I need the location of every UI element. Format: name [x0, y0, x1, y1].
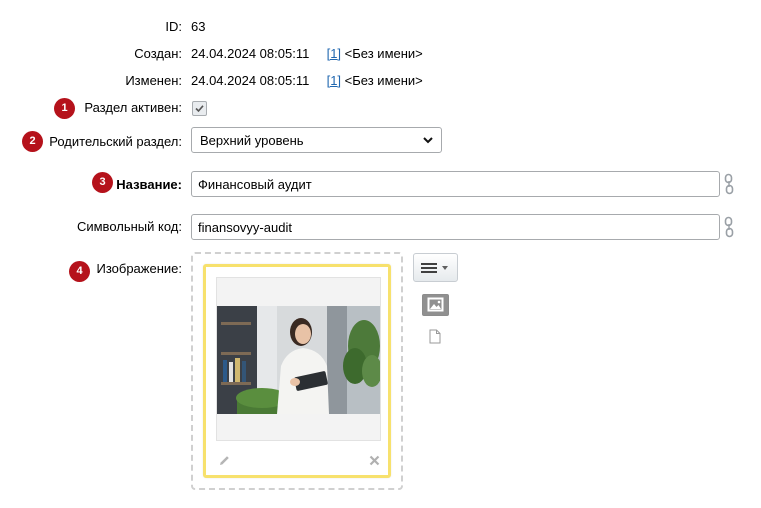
id-value: 63 [191, 19, 206, 34]
name-input[interactable]: Финансовый аудит [191, 171, 720, 197]
modified-user-name: <Без имени> [344, 73, 423, 88]
image-thumbnail-frame[interactable] [216, 277, 381, 441]
image-card [203, 264, 391, 478]
created-row: Создан: 24.04.2024 08:05:11 [1] <Без име… [0, 46, 761, 62]
modified-date: 24.04.2024 08:05:11 [191, 73, 310, 88]
active-row: Раздел активен: [0, 100, 761, 116]
name-input-value: Финансовый аудит [198, 176, 312, 192]
modified-label: Изменен: [125, 73, 182, 88]
chevron-down-icon [423, 136, 433, 143]
image-thumbnail [217, 306, 380, 414]
modified-row: Изменен: 24.04.2024 08:05:11 [1] <Без им… [0, 73, 761, 89]
chain-link-icon[interactable] [723, 173, 735, 195]
image-file-icon [427, 297, 444, 312]
active-label: Раздел активен: [84, 100, 182, 115]
pencil-icon[interactable] [218, 454, 231, 467]
checkmark-icon [195, 105, 204, 113]
created-label: Создан: [134, 46, 182, 61]
symbolic-code-input[interactable]: finansovyy-audit [191, 214, 720, 240]
created-user-name: <Без имени> [344, 46, 423, 61]
chain-link-icon[interactable] [723, 216, 735, 238]
modified-user-link[interactable]: [1] [327, 73, 341, 88]
image-menu-button[interactable] [413, 253, 458, 282]
parent-selected-value: Верхний уровень [200, 132, 304, 148]
id-label: ID: [165, 19, 182, 34]
created-date: 24.04.2024 08:05:11 [191, 46, 310, 61]
parent-label: Родительский раздел: [49, 134, 182, 149]
created-user-link[interactable]: [1] [327, 46, 341, 61]
image-label: Изображение: [96, 261, 182, 276]
document-icon[interactable] [429, 329, 441, 344]
hamburger-menu-icon [420, 262, 448, 273]
parent-section-select[interactable]: Верхний уровень [191, 127, 442, 153]
id-row: ID: 63 [0, 19, 761, 35]
image-file-button[interactable] [422, 294, 449, 316]
name-label: Название: [116, 177, 182, 192]
close-icon[interactable] [369, 455, 380, 466]
code-input-value: finansovyy-audit [198, 219, 292, 235]
active-checkbox[interactable] [192, 101, 207, 116]
code-label: Символьный код: [76, 219, 182, 234]
